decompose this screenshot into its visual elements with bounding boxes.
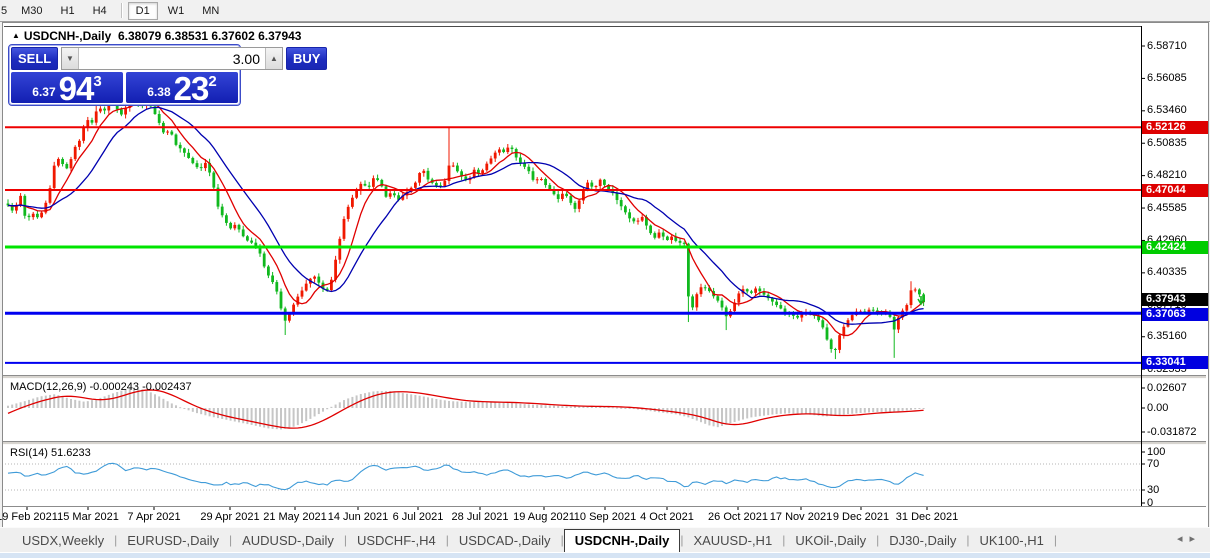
y-axis-label: 6.35160 xyxy=(1147,330,1187,343)
x-axis-date-label: 19 Aug 2021 xyxy=(513,511,575,523)
x-axis-date-label: 9 Dec 2021 xyxy=(832,511,890,523)
volume-spinner: ▼ ▲ xyxy=(61,47,283,70)
rsi-axis-label: 70 xyxy=(1147,457,1160,470)
sell-price-point: 3 xyxy=(93,73,102,90)
x-axis-date-label: 17 Nov 2021 xyxy=(769,511,833,523)
chart-tab-usdcad-daily[interactable]: USDCAD-,Daily xyxy=(449,530,561,551)
price-level-badge: 6.52126 xyxy=(1142,120,1208,134)
chart-symbol-period: USDCNH-,Daily xyxy=(23,29,112,43)
y-axis-label: 6.56085 xyxy=(1147,71,1187,84)
buy-price-handle: 6.38 xyxy=(147,85,171,99)
sell-price-handle: 6.37 xyxy=(32,85,56,99)
current-price-badge: 6.37943 xyxy=(1142,292,1208,306)
macd-axis-label: 0.00 xyxy=(1147,401,1169,414)
rsi-indicator-label: RSI(14) 51.6233 xyxy=(10,447,91,459)
chart-tab-ukoil-daily[interactable]: UKOil-,Daily xyxy=(785,530,876,551)
y-axis-label: 6.58710 xyxy=(1147,39,1187,52)
price-level-badge: 6.37063 xyxy=(1142,307,1208,321)
macd-axis-label: -0.031872 xyxy=(1147,425,1197,438)
x-axis-date-label: 14 Jun 2021 xyxy=(327,511,389,523)
price-level-badge: 6.42424 xyxy=(1142,240,1208,254)
macd-indicator-label: MACD(12,26,9) -0.000243 -0.002437 xyxy=(10,381,192,393)
chart-tab-eurusd-daily[interactable]: EURUSD-,Daily xyxy=(117,530,229,551)
collapse-triangle-icon[interactable]: ▲ xyxy=(12,31,20,40)
buy-price-pips: 23 xyxy=(173,70,210,107)
price-level-badge: 6.47044 xyxy=(1142,183,1208,197)
price-level-badge: 6.33041 xyxy=(1142,356,1208,370)
toolbar-separator xyxy=(120,3,122,18)
chart-tab-audusd-daily[interactable]: AUDUSD-,Daily xyxy=(232,530,344,551)
x-axis-date-label: 28 Jul 2021 xyxy=(451,511,509,523)
tabs-scroll-right-icon[interactable]: ▸ xyxy=(1189,533,1202,545)
ohlc-readout: 6.38079 6.38531 6.37602 6.37943 xyxy=(117,29,302,43)
sell-button[interactable]: SELL xyxy=(11,47,58,70)
x-axis-date-label: 6 Jul 2021 xyxy=(392,511,444,523)
x-axis-date-label: 10 Sep 2021 xyxy=(573,511,637,523)
y-axis-label: 6.48210 xyxy=(1147,169,1187,182)
tab-separator: | xyxy=(1053,533,1057,547)
volume-input[interactable] xyxy=(79,48,265,69)
volume-increase-button[interactable]: ▲ xyxy=(265,48,282,69)
x-axis-date-label: 15 Mar 2021 xyxy=(57,511,119,523)
x-axis-date-label: 29 Apr 2021 xyxy=(200,511,260,523)
chart-tab-usdchf-h4[interactable]: USDCHF-,H4 xyxy=(347,530,446,551)
macd-axis-label: 0.02607 xyxy=(1147,381,1187,394)
timeframe-toolbar: 5 M30 H1 H4 D1 W1 MN xyxy=(0,0,1210,22)
trading-terminal: 5 M30 H1 H4 D1 W1 MN ▲ USDCNH-,Daily 6.38079 6.… xyxy=(0,0,1210,558)
chart-header: ▲ USDCNH-,Daily 6.38079 6.38531 6.37602 6… xyxy=(12,29,301,43)
timeframe-button-w1[interactable]: W1 xyxy=(160,2,193,20)
timeframe-button-h4[interactable]: H4 xyxy=(85,2,115,20)
y-axis-label: 6.53460 xyxy=(1147,104,1187,117)
chart-tabs-bar: USDX,Weekly | EURUSD-,Daily | AUDUSD-,Daily |… xyxy=(0,527,1210,554)
x-axis-date-label: 26 Oct 2021 xyxy=(708,511,768,523)
chart-tab-xauusd-h1[interactable]: XAUUSD-,H1 xyxy=(683,530,782,551)
volume-decrease-button[interactable]: ▼ xyxy=(62,48,79,69)
timeframe-button-5[interactable]: 5 xyxy=(0,2,11,20)
chart-tab-dj30-daily[interactable]: DJ30-,Daily xyxy=(879,530,966,551)
timeframe-button-d1[interactable]: D1 xyxy=(127,1,158,20)
buy-price-point: 2 xyxy=(208,73,217,90)
buy-button[interactable]: BUY xyxy=(286,47,328,70)
x-axis-date-label: 31 Dec 2021 xyxy=(895,511,959,523)
y-axis-label: 6.50835 xyxy=(1147,136,1187,149)
chart-tab-usdx-weekly[interactable]: USDX,Weekly xyxy=(12,530,114,551)
chart-tab-uk100-h1[interactable]: UK100-,H1 xyxy=(970,530,1054,551)
timeframe-button-mn[interactable]: MN xyxy=(194,2,227,20)
buy-price-display[interactable]: 6.38 23 2 xyxy=(126,70,238,107)
timeframe-button-m30[interactable]: M30 xyxy=(13,2,50,20)
sell-price-display[interactable]: 6.37 94 3 xyxy=(11,70,123,107)
x-axis-date-label: 19 Feb 2021 xyxy=(0,511,58,523)
tabs-scroll-left-icon[interactable]: ◂ xyxy=(1177,533,1190,545)
one-click-trading-panel: SELL ▼ ▲ BUY 6.37 94 3 6.38 23 2 xyxy=(8,44,328,107)
y-axis-label: 6.40335 xyxy=(1147,266,1187,279)
x-axis-date-label: 4 Oct 2021 xyxy=(640,511,694,523)
x-axis-date-label: 21 May 2021 xyxy=(263,511,327,523)
sell-price-pips: 94 xyxy=(58,70,95,107)
rsi-axis-label: 0 xyxy=(1147,496,1154,509)
status-strip xyxy=(0,552,1210,558)
y-axis-label: 6.45585 xyxy=(1147,201,1187,214)
rsi-axis-label: 30 xyxy=(1147,483,1160,496)
chart-tab-usdcnh-daily[interactable]: USDCNH-,Daily xyxy=(563,528,681,554)
x-axis-date-label: 7 Apr 2021 xyxy=(127,511,181,523)
timeframe-button-h1[interactable]: H1 xyxy=(53,2,83,20)
